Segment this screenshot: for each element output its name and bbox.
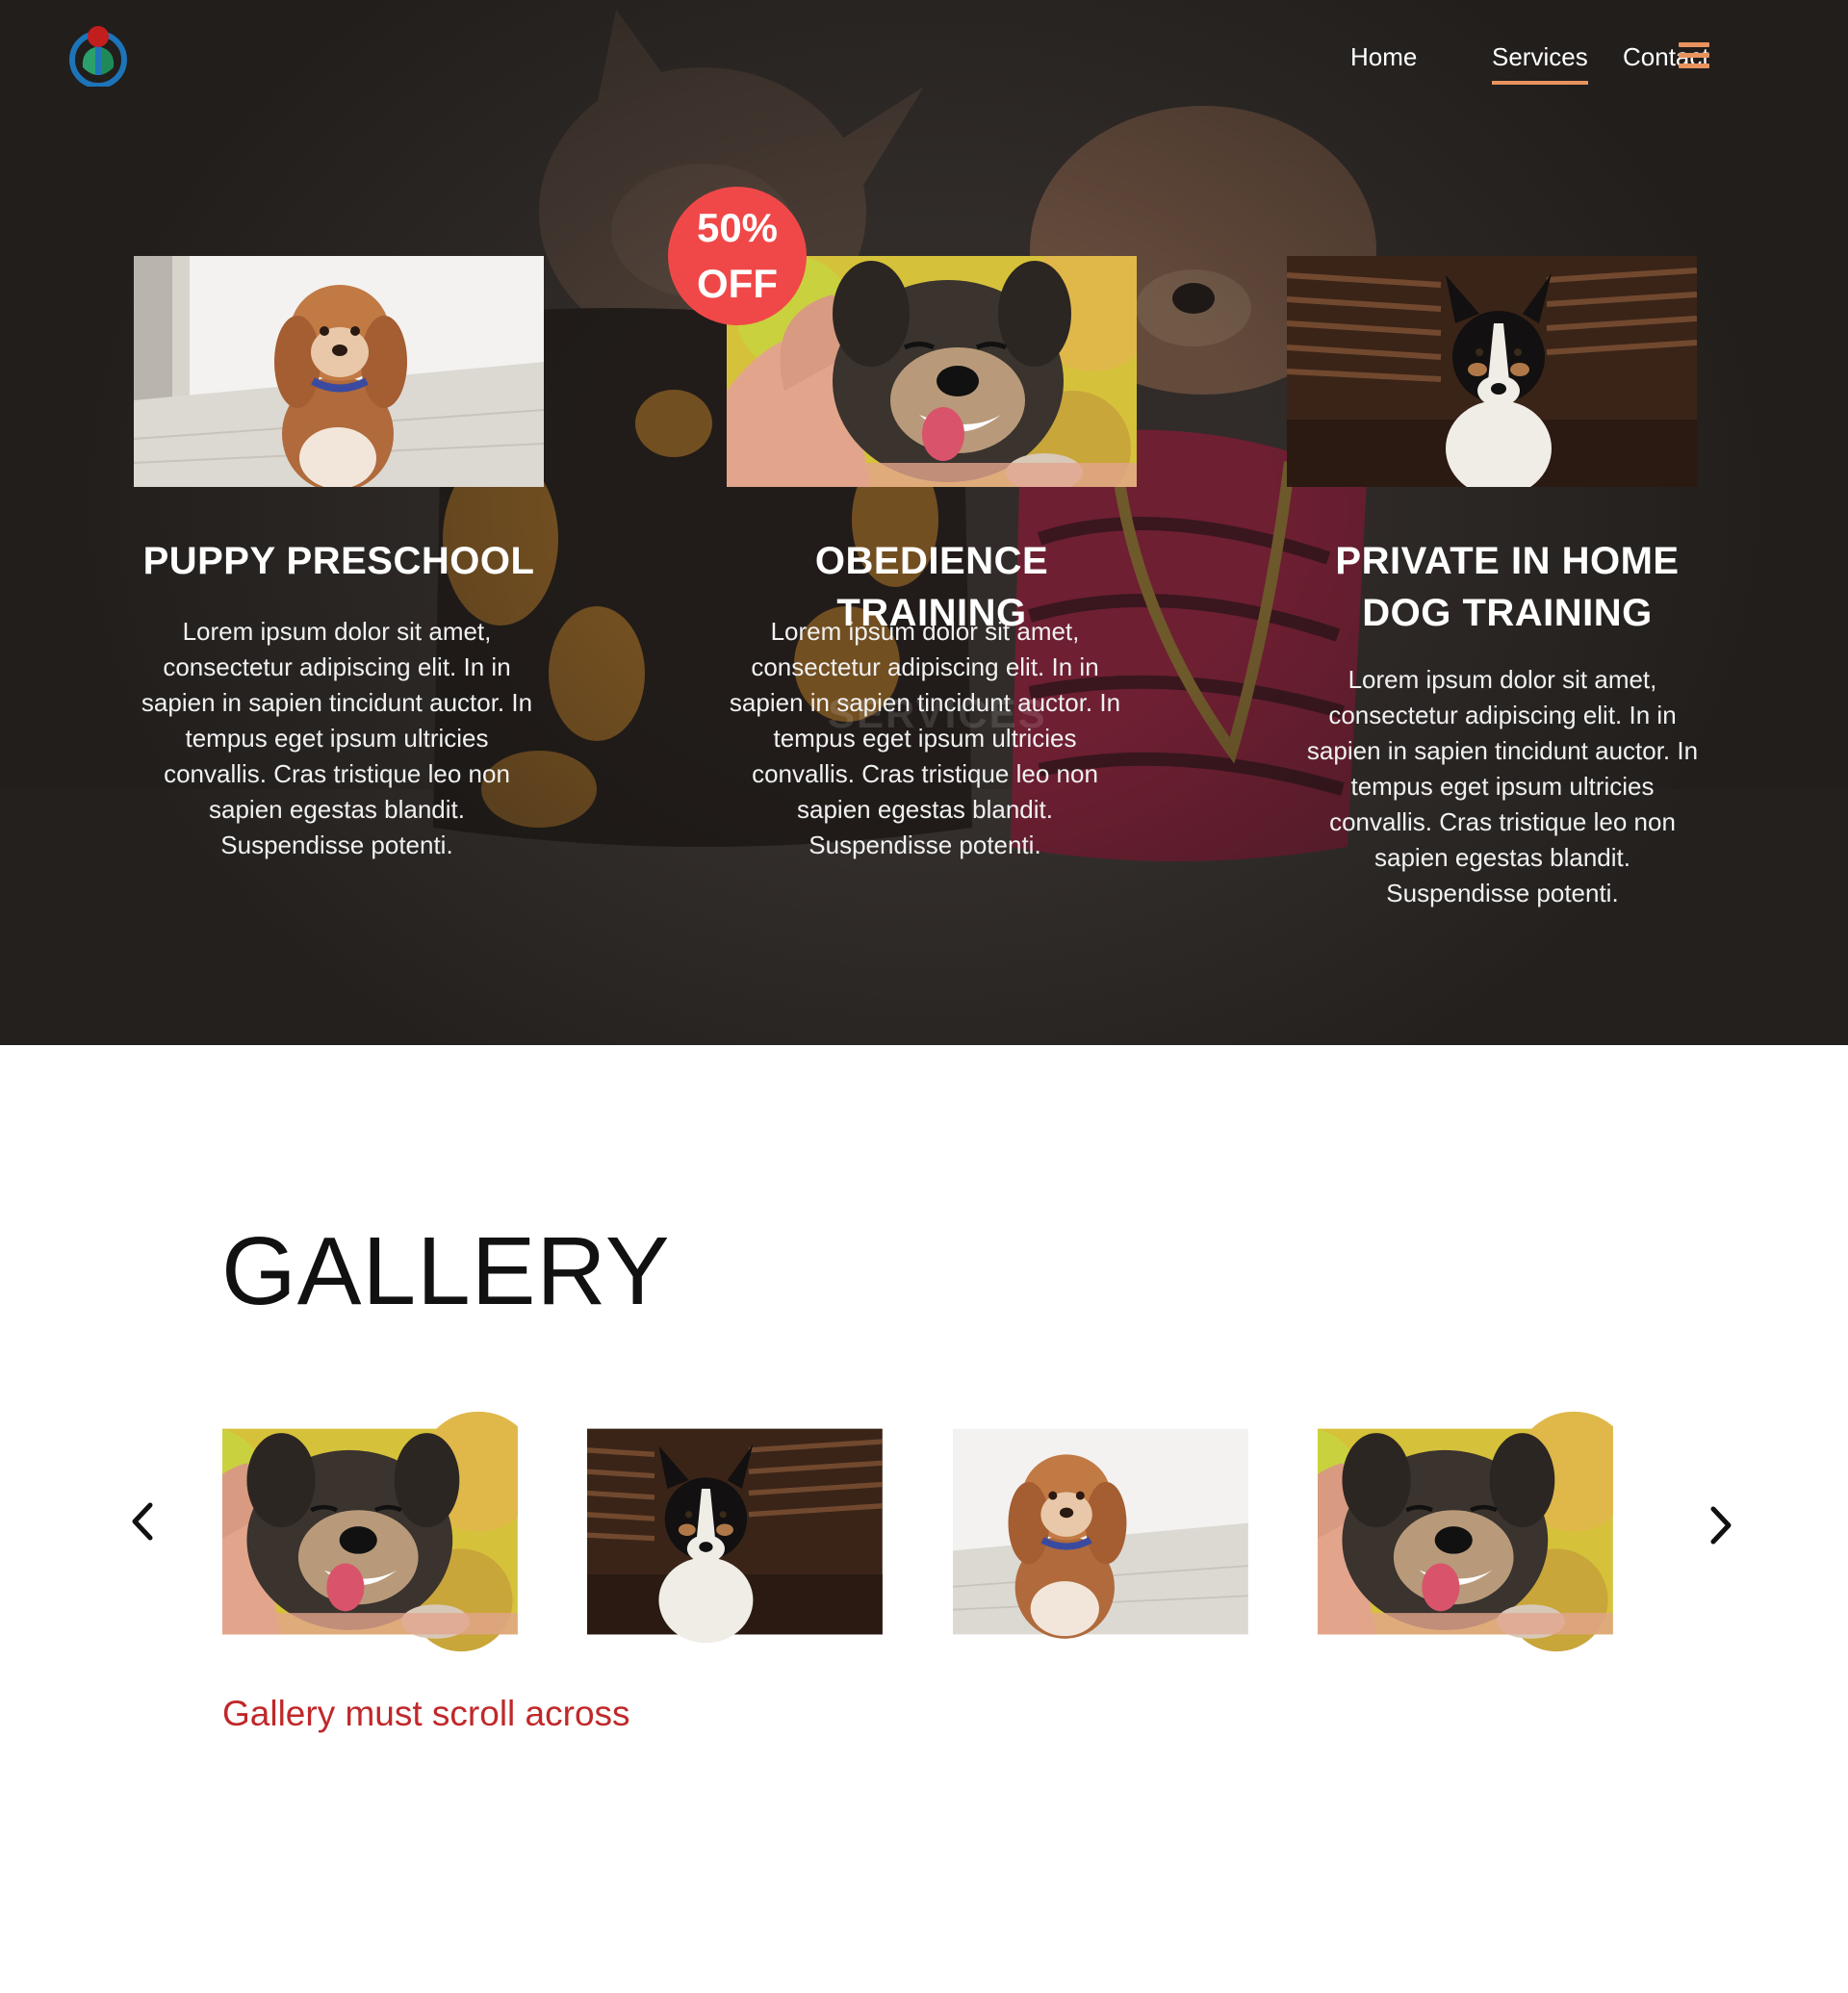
gallery-image-2[interactable] [587,1401,911,1662]
discount-badge: 50% OFF [668,187,807,325]
discount-badge-percent: 50% [696,205,779,250]
nav-services-link[interactable]: Services [1492,38,1588,85]
hamburger-menu-icon[interactable] [1679,40,1709,71]
service-title-puppy-preschool: PUPPY PRESCHOOL [142,540,535,582]
gallery-image-1[interactable] [222,1401,546,1662]
service-title-private-home-training: PRIVATE IN HOME DOG TRAINING [1335,540,1680,634]
chevron-left-icon[interactable] [123,1497,162,1546]
discount-badge-off: OFF [697,261,778,306]
main-nav: Home Services Contact [1078,38,1848,85]
chevron-right-icon[interactable] [1702,1501,1740,1549]
service-image-puppy-preschool [134,256,544,487]
service-text-obedience-training: Lorem ipsum dolor sit amet, consectetur … [729,617,1121,859]
service-text-puppy-preschool: Lorem ipsum dolor sit amet, consectetur … [141,617,533,859]
gallery-title: GALLERY [221,1217,671,1325]
gallery-image-4[interactable] [1318,1401,1641,1662]
nav-home-link[interactable]: Home [1350,38,1417,75]
service-image-private-home-training [1287,256,1697,487]
gallery-note: Gallery must scroll across [222,1694,630,1733]
wikimedia-logo-icon[interactable] [67,25,129,87]
gallery-image-3[interactable] [953,1401,1276,1662]
service-text-private-home-training: Lorem ipsum dolor sit amet, consectetur … [1306,665,1699,907]
services-hero: SERVICES Home Services Contact PUPPY PRE… [0,0,1848,1045]
